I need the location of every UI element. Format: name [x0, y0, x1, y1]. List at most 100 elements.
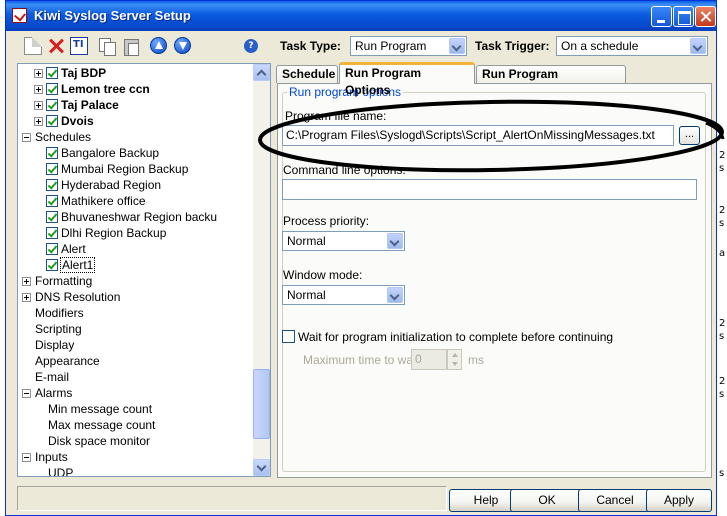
tree-item[interactable]: Dvois [61, 113, 94, 129]
checkbox-checked[interactable] [46, 99, 58, 111]
toolbar: ? Task Type: Run Program Task Trigger: O… [6, 31, 716, 63]
tree-item-schedules[interactable]: Schedules [35, 129, 91, 145]
tree-item[interactable]: Lemon tree ccn [61, 81, 150, 97]
max-wait-label: Maximum time to wait: [303, 353, 423, 367]
checkbox-checked[interactable] [46, 67, 58, 79]
checkbox-checked[interactable] [46, 259, 58, 271]
task-type-label: Task Type: [280, 39, 341, 53]
tree-item-scripting[interactable]: Scripting [35, 321, 82, 337]
checkbox-checked[interactable] [46, 179, 58, 191]
chevron-down-icon[interactable] [387, 233, 403, 249]
paste-icon[interactable] [122, 37, 140, 56]
chevron-down-icon[interactable] [690, 38, 706, 54]
expand-icon[interactable] [34, 69, 43, 78]
ok-button[interactable]: OK [510, 489, 584, 512]
tree-item-inputs[interactable]: Inputs [35, 449, 68, 465]
program-file-input[interactable]: C:\Program Files\Syslogd\Scripts\Script_… [282, 125, 674, 146]
task-trigger-label: Task Trigger: [475, 39, 550, 53]
minimize-button[interactable] [651, 6, 672, 27]
tree-item-email[interactable]: E-mail [35, 369, 69, 385]
tree-item[interactable]: Taj BDP [61, 65, 106, 81]
tab-run-program-notification[interactable]: Run Program Notification [476, 65, 626, 98]
settings-tree[interactable]: Taj BDP Lemon tree ccn Taj Palace Dvois … [17, 63, 271, 477]
expand-icon[interactable] [34, 117, 43, 126]
process-priority-value: Normal [287, 234, 326, 248]
expand-icon[interactable] [34, 101, 43, 110]
wait-checkbox[interactable] [282, 330, 295, 343]
checkbox-checked[interactable] [46, 147, 58, 159]
scroll-down-icon[interactable] [253, 459, 270, 476]
properties-icon[interactable] [70, 37, 88, 55]
chevron-down-icon[interactable] [387, 287, 403, 303]
move-up-icon[interactable] [150, 37, 167, 54]
window-mode-select[interactable]: Normal [282, 285, 405, 305]
tree-item[interactable]: Mumbai Region Backup [61, 161, 188, 177]
tree-item[interactable]: Bhuvaneshwar Region backu [61, 209, 217, 225]
background-fragment: 2 [719, 318, 726, 329]
background-fragment: s [719, 331, 725, 342]
tree-item-modifiers[interactable]: Modifiers [35, 305, 84, 321]
program-file-label: Program file name: [285, 109, 387, 123]
tab-schedule[interactable]: Schedule [276, 65, 338, 83]
tree-item[interactable]: Taj Palace [61, 97, 119, 113]
run-program-group [282, 92, 706, 472]
tree-item[interactable]: UDP [48, 465, 73, 476]
process-priority-select[interactable]: Normal [282, 231, 405, 251]
command-line-input[interactable] [282, 179, 697, 200]
copy-icon[interactable] [98, 37, 116, 56]
tree-item-dns[interactable]: DNS Resolution [35, 289, 120, 305]
tree-item[interactable]: Min message count [48, 401, 152, 417]
tree-item-alarms[interactable]: Alarms [35, 385, 72, 401]
browse-button[interactable]: ... [679, 126, 700, 145]
window-mode-value: Normal [287, 288, 326, 302]
tree-item[interactable]: Alert [61, 241, 86, 257]
background-fragment: a [719, 248, 726, 259]
tree-scrollbar[interactable] [253, 64, 270, 476]
background-fragment: s [719, 468, 725, 479]
expand-icon[interactable] [22, 277, 31, 286]
expand-icon[interactable] [22, 293, 31, 302]
tree-item-selected[interactable]: Alert1 [60, 257, 96, 273]
tree-item-appearance[interactable]: Appearance [35, 353, 100, 369]
move-down-icon[interactable] [174, 37, 191, 54]
max-wait-input[interactable]: 0 [411, 349, 447, 370]
close-button[interactable] [695, 6, 716, 27]
checkbox-checked[interactable] [46, 211, 58, 223]
tree-item[interactable]: Disk space monitor [48, 433, 150, 449]
tree-item[interactable]: Dlhi Region Backup [61, 225, 166, 241]
tree-item[interactable]: Max message count [48, 417, 155, 433]
maximize-button[interactable] [673, 6, 694, 27]
task-type-select[interactable]: Run Program [350, 36, 467, 56]
checkbox-checked[interactable] [46, 163, 58, 175]
checkbox-checked[interactable] [46, 243, 58, 255]
task-trigger-select[interactable]: On a schedule [556, 36, 708, 56]
help-icon[interactable]: ? [244, 39, 258, 53]
tab-run-program-options[interactable]: Run Program Options [339, 62, 475, 97]
tree-item[interactable]: Mathikere office [61, 193, 146, 209]
collapse-icon[interactable] [22, 453, 31, 462]
app-checkmark-icon [12, 8, 27, 23]
task-trigger-value: On a schedule [561, 39, 639, 53]
collapse-icon[interactable] [22, 133, 31, 142]
background-fragment: s [719, 218, 725, 229]
tree-item-display[interactable]: Display [35, 337, 74, 353]
tree-item-formatting[interactable]: Formatting [35, 273, 92, 289]
tree-item[interactable]: Bangalore Backup [61, 145, 159, 161]
collapse-icon[interactable] [22, 389, 31, 398]
delete-icon[interactable] [47, 37, 65, 55]
checkbox-checked[interactable] [46, 83, 58, 95]
expand-icon[interactable] [34, 85, 43, 94]
tree-item[interactable]: Hyderabad Region [61, 177, 161, 193]
scroll-thumb[interactable] [253, 369, 270, 439]
checkbox-checked[interactable] [46, 195, 58, 207]
wait-label[interactable]: Wait for program initialization to compl… [298, 330, 613, 344]
checkbox-checked[interactable] [46, 115, 58, 127]
max-wait-spinner[interactable] [447, 349, 462, 370]
cancel-button[interactable]: Cancel [578, 489, 652, 512]
checkbox-checked[interactable] [46, 227, 58, 239]
new-document-icon[interactable] [24, 37, 42, 55]
apply-button[interactable]: Apply [646, 489, 712, 512]
scroll-up-icon[interactable] [253, 64, 270, 81]
title-bar[interactable]: Kiwi Syslog Server Setup [6, 1, 716, 31]
chevron-down-icon[interactable] [449, 38, 465, 54]
